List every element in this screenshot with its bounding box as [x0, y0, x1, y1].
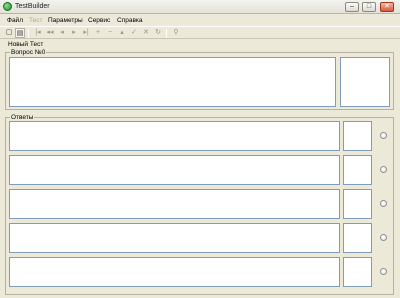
- refresh-icon[interactable]: ↻: [153, 28, 163, 38]
- window-title: TestBuilder: [15, 3, 50, 10]
- answer-text-field[interactable]: [9, 189, 340, 219]
- edit-record-icon[interactable]: ▴: [117, 28, 127, 38]
- delete-record-icon[interactable]: −: [105, 28, 115, 38]
- first-record-icon[interactable]: |◂: [33, 28, 43, 38]
- open-folder-icon[interactable]: ▤: [15, 28, 25, 38]
- test-name-label: Новый Тест: [8, 41, 44, 48]
- title-bar[interactable]: TestBuilder – □ ✕: [0, 0, 400, 14]
- post-record-icon[interactable]: ✓: [129, 28, 139, 38]
- question-image-box[interactable]: [340, 57, 390, 107]
- toolbar: ▢ ▤ |◂ ◂◂ ◂ ▸ ▸| + − ▴ ✓ ✕ ↻ ⚲: [0, 26, 400, 39]
- question-group-title: Вопрос №0: [10, 49, 47, 56]
- app-logo-icon: [3, 2, 12, 11]
- extra-tool-icon[interactable]: ⚲: [171, 28, 181, 38]
- menu-file[interactable]: Файл: [7, 17, 23, 24]
- answer-text-field[interactable]: [9, 121, 340, 151]
- cancel-record-icon[interactable]: ✕: [141, 28, 151, 38]
- answer-text-field[interactable]: [9, 155, 340, 185]
- answer-correct-radio[interactable]: [380, 234, 387, 241]
- answer-score-field[interactable]: [343, 223, 372, 253]
- add-record-icon[interactable]: +: [93, 28, 103, 38]
- answer-score-field[interactable]: [343, 155, 372, 185]
- menu-help[interactable]: Справка: [117, 17, 143, 24]
- maximize-button[interactable]: □: [362, 2, 376, 12]
- prev-page-icon[interactable]: ◂◂: [45, 28, 55, 38]
- menu-test[interactable]: Тест: [29, 17, 42, 24]
- answer-text-field[interactable]: [9, 223, 340, 253]
- last-record-icon[interactable]: ▸|: [81, 28, 91, 38]
- menu-bar: Файл Тест Параметры Сервис Справка: [0, 15, 400, 25]
- menu-service[interactable]: Сервис: [88, 17, 110, 24]
- answer-score-field[interactable]: [343, 257, 372, 287]
- new-file-icon[interactable]: ▢: [4, 28, 14, 38]
- menu-parameters[interactable]: Параметры: [48, 17, 83, 24]
- answer-score-field[interactable]: [343, 189, 372, 219]
- toolbar-separator: [28, 29, 29, 38]
- answers-group-title: Ответы: [10, 114, 35, 121]
- question-text-field[interactable]: [9, 57, 336, 107]
- answer-correct-radio[interactable]: [380, 166, 387, 173]
- minimize-button[interactable]: –: [345, 2, 359, 12]
- close-button[interactable]: ✕: [380, 2, 394, 12]
- toolbar-separator: [166, 29, 167, 38]
- answer-correct-radio[interactable]: [380, 268, 387, 275]
- answer-correct-radio[interactable]: [380, 200, 387, 207]
- answer-correct-radio[interactable]: [380, 132, 387, 139]
- answer-score-field[interactable]: [343, 121, 372, 151]
- answer-text-field[interactable]: [9, 257, 340, 287]
- prev-record-icon[interactable]: ◂: [57, 28, 67, 38]
- next-record-icon[interactable]: ▸: [69, 28, 79, 38]
